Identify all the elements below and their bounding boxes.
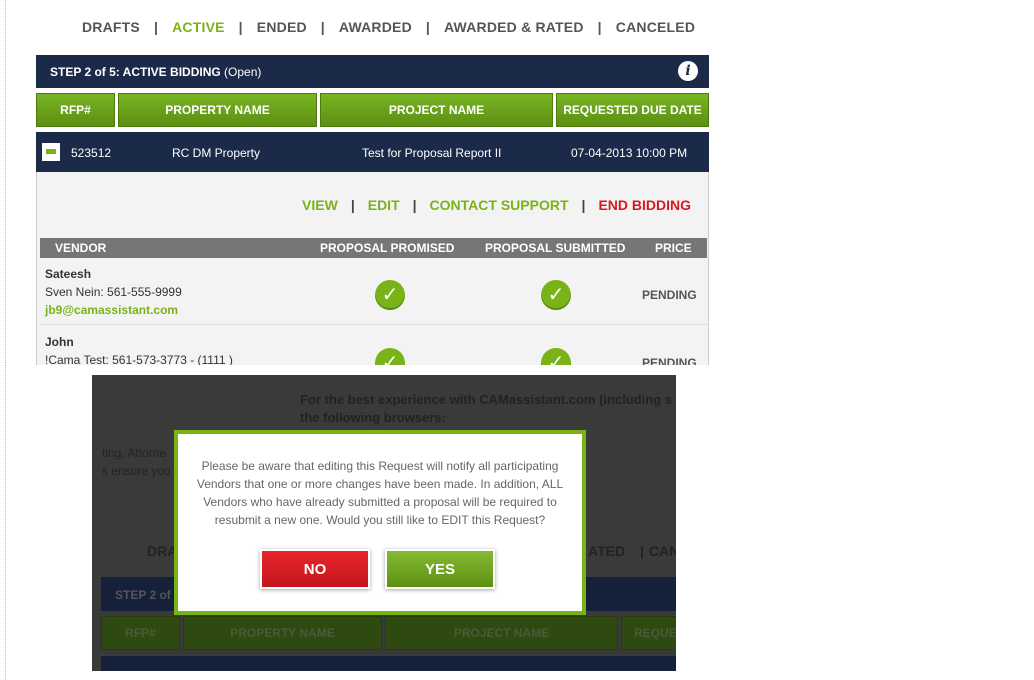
tab-separator: |: [320, 19, 325, 35]
submitted-col-header: PROPOSAL SUBMITTED: [485, 241, 626, 255]
column-header-due-date[interactable]: REQUESTED DUE DATE: [556, 93, 709, 127]
background-column-headers: RFP# PROPERTY NAME PROJECT NAME REQUE: [101, 616, 676, 650]
tab-ended[interactable]: ENDED: [257, 19, 307, 35]
submitted-check-icon: ✓: [541, 348, 571, 365]
vendor-col-header: VENDOR: [55, 241, 107, 255]
project-name: Test for Proposal Report II: [362, 146, 502, 160]
column-header-project[interactable]: PROJECT NAME: [320, 93, 553, 127]
request-detail: VIEW | EDIT | CONTACT SUPPORT | END BIDD…: [36, 172, 709, 365]
vendor-email[interactable]: jb9@camassistant.com: [45, 303, 178, 317]
no-button[interactable]: NO: [262, 551, 368, 587]
tab-separator: |: [597, 19, 602, 35]
vendor-row: John !Cama Test: 561-573-3773 - (1111 ) …: [40, 334, 707, 365]
row-divider: [40, 324, 707, 325]
background-tabs: DRA: [147, 543, 178, 559]
left-dotted-border: [5, 365, 6, 680]
column-header-rfp[interactable]: RFP#: [36, 93, 115, 127]
promised-check-icon: ✓: [375, 348, 405, 365]
step-header: STEP 2 of 5: ACTIVE BIDDING (Open) i: [36, 55, 709, 88]
request-actions: VIEW | EDIT | CONTACT SUPPORT | END BIDD…: [302, 197, 691, 213]
property-name: RC DM Property: [172, 146, 261, 160]
contact-support-link[interactable]: CONTACT SUPPORT: [430, 197, 569, 213]
price-col-header: PRICE: [655, 241, 692, 255]
promised-col-header: PROPOSAL PROMISED: [320, 241, 455, 255]
edit-confirmation-dialog: Please be aware that editing this Reques…: [174, 430, 586, 615]
vendor-contact: !Cama Test: 561-573-3773 - (1111 ): [45, 353, 233, 365]
tab-separator: |: [425, 19, 431, 35]
tab-awarded-rated[interactable]: AWARDED & RATED: [444, 19, 584, 35]
background-request-row: [101, 656, 676, 671]
tab-separator: |: [238, 19, 243, 35]
vendor-table-header: VENDOR PROPOSAL PROMISED PROPOSAL SUBMIT…: [40, 238, 707, 258]
info-icon[interactable]: i: [678, 61, 698, 81]
browser-notice-line: For the best experience with CAMassistan…: [300, 392, 673, 407]
yes-button[interactable]: YES: [387, 551, 493, 587]
tab-drafts[interactable]: DRAFTS: [82, 19, 140, 35]
view-link[interactable]: VIEW: [302, 197, 338, 213]
promised-check-icon: ✓: [375, 280, 405, 310]
tab-canceled[interactable]: CANCELED: [616, 19, 695, 35]
price-status: PENDING: [642, 288, 697, 302]
background-tabs: CAN: [649, 543, 676, 559]
left-dotted-border: [5, 0, 6, 365]
end-bidding-link[interactable]: END BIDDING: [598, 197, 691, 213]
price-status: PENDING: [642, 356, 697, 365]
vendor-row: Sateesh Sven Nein: 561-555-9999 jb9@cama…: [40, 266, 707, 326]
column-header-property[interactable]: PROPERTY NAME: [118, 93, 317, 127]
dialog-message: Please be aware that editing this Reques…: [196, 459, 564, 527]
edit-link[interactable]: EDIT: [368, 197, 400, 213]
background-text: s ensure you: [102, 464, 171, 478]
collapse-toggle-icon[interactable]: [42, 143, 60, 161]
status-tabs: DRAFTS | ACTIVE | ENDED | AWARDED | AWAR…: [82, 19, 695, 35]
rfp-number: 523512: [71, 146, 112, 160]
request-table-header: RFP# PROPERTY NAME PROJECT NAME REQUESTE…: [36, 93, 709, 127]
request-row[interactable]: 523512 RC DM Property Test for Proposal …: [36, 132, 709, 172]
browser-notice-line: the following browsers:: [300, 410, 446, 425]
due-date: 07-04-2013 10:00 PM: [571, 146, 688, 160]
vendor-name: Sateesh: [45, 267, 92, 281]
submitted-check-icon: ✓: [541, 280, 571, 310]
tab-separator: |: [153, 19, 159, 35]
vendor-contact: Sven Nein: 561-555-9999: [45, 285, 182, 299]
tab-active[interactable]: ACTIVE: [172, 19, 225, 35]
tab-awarded[interactable]: AWARDED: [339, 19, 412, 35]
background-text: ting, Attorne: [102, 446, 167, 460]
step-title: STEP 2 of 5: ACTIVE BIDDING (Open): [50, 65, 262, 79]
background-tabs: ATED: [588, 543, 626, 559]
active-bidding-panel: STEP 2 of 5: ACTIVE BIDDING (Open) i RFP…: [36, 55, 709, 365]
vendor-name: John: [45, 335, 74, 349]
